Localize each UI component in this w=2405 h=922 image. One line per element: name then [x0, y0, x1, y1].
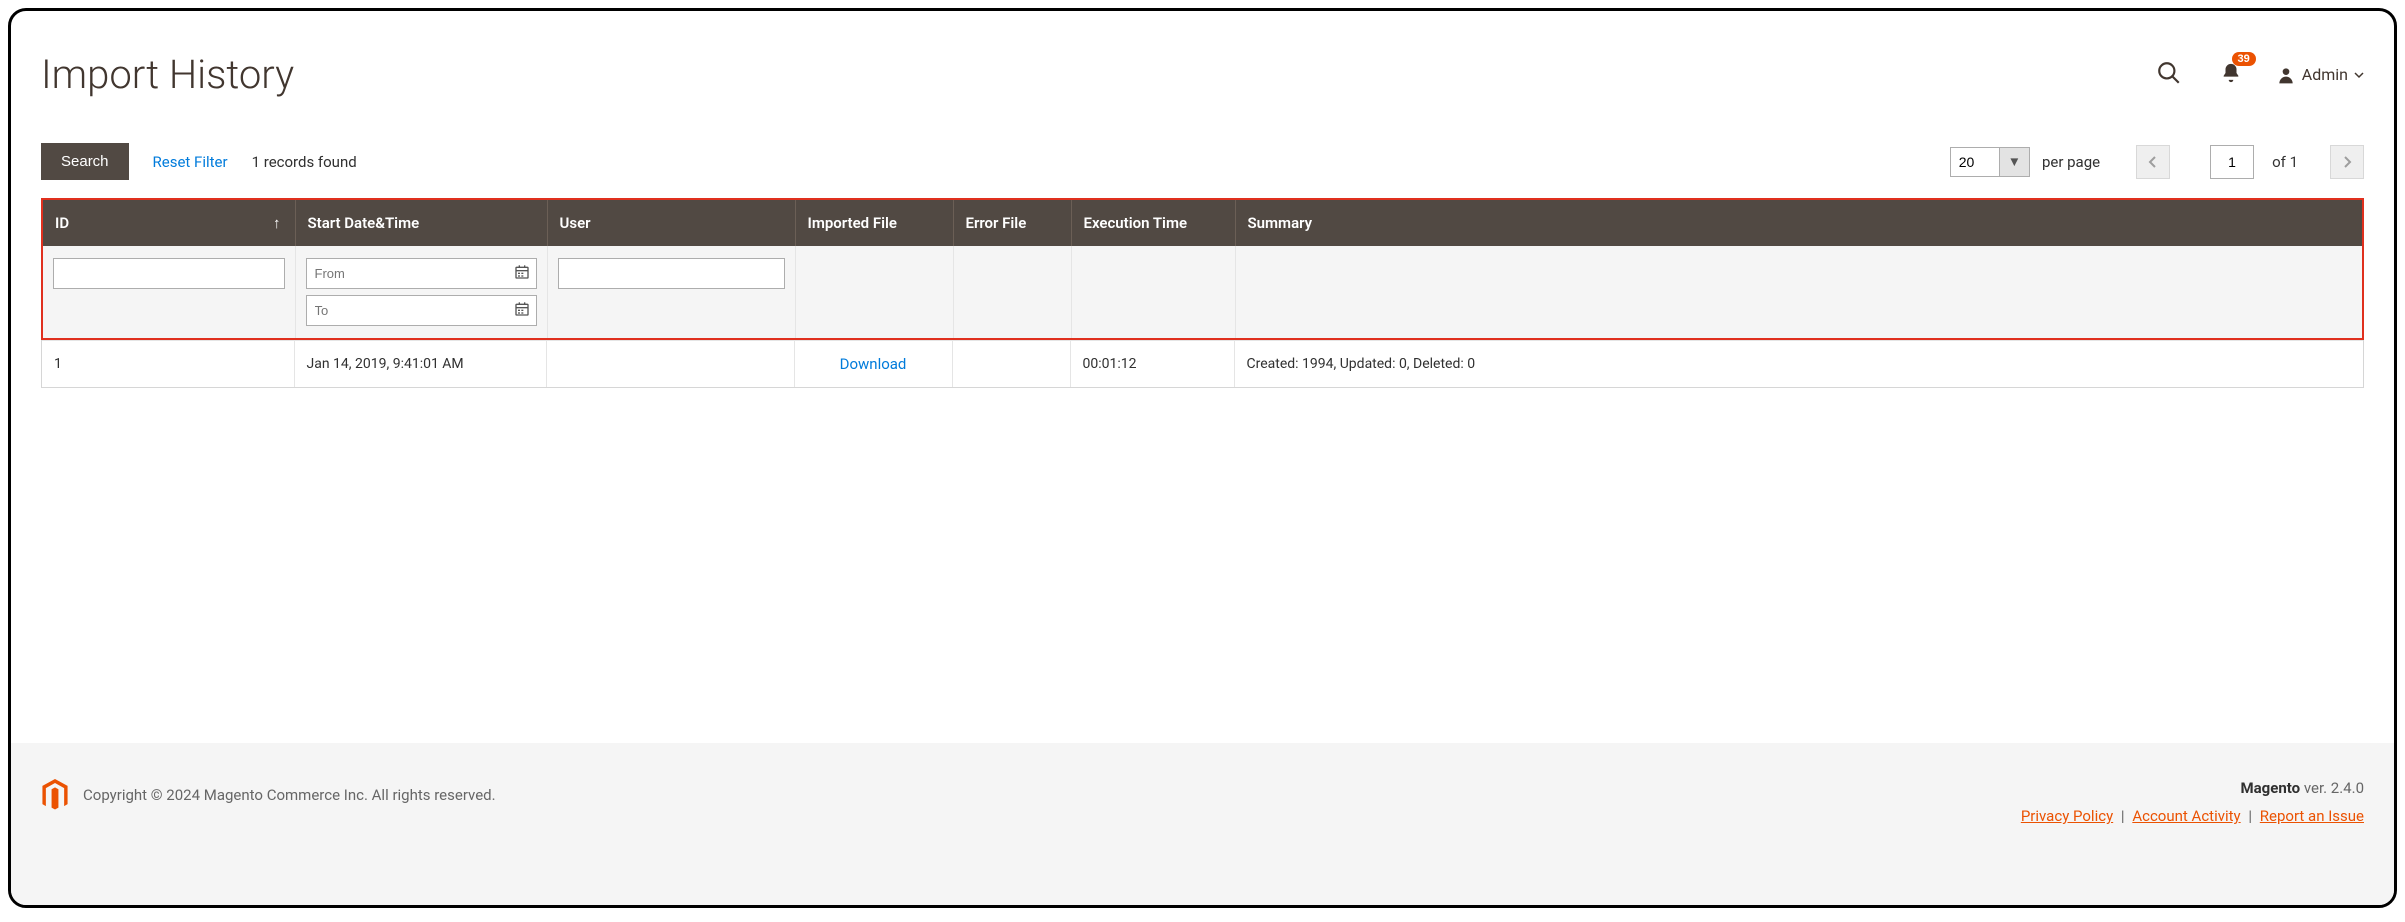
- sort-asc-icon: ↑: [273, 214, 281, 232]
- col-header-exec[interactable]: Execution Time: [1071, 200, 1235, 246]
- per-page-dropdown[interactable]: ▼: [1999, 148, 2029, 176]
- import-history-grid: ID ↑ Start Date&Time User Imported File …: [43, 200, 2362, 338]
- page-total-label: of 1: [2272, 153, 2298, 171]
- filter-row: [43, 246, 2362, 338]
- calendar-icon[interactable]: [508, 301, 536, 321]
- filter-date-from-input[interactable]: [307, 259, 508, 288]
- grid-toolbar: Search Reset Filter 1 records found ▼ pe…: [41, 143, 2364, 180]
- col-header-imported[interactable]: Imported File: [795, 200, 953, 246]
- pager-prev-button[interactable]: [2136, 145, 2170, 179]
- user-menu[interactable]: Admin: [2276, 65, 2364, 85]
- filter-id-input[interactable]: [53, 258, 285, 289]
- col-header-user[interactable]: User: [547, 200, 795, 246]
- report-issue-link[interactable]: Report an Issue: [2260, 807, 2364, 825]
- records-found-label: 1 records found: [252, 153, 357, 171]
- cell-error: [952, 341, 1070, 388]
- page-header: Import History 39 Admin: [41, 51, 2364, 98]
- magento-logo-icon: [41, 779, 69, 811]
- footer-version: ver. 2.4.0: [2300, 779, 2364, 797]
- filter-date-from[interactable]: [306, 258, 537, 289]
- footer-brand: Magento: [2241, 779, 2301, 797]
- page-input[interactable]: [2210, 145, 2254, 179]
- per-page-value[interactable]: [1951, 148, 1999, 176]
- user-label: Admin: [2302, 65, 2348, 84]
- per-page-label: per page: [2042, 153, 2100, 171]
- page-title: Import History: [41, 51, 294, 98]
- per-page-select[interactable]: ▼: [1950, 147, 2030, 177]
- chevron-left-icon: [2148, 155, 2158, 169]
- search-icon[interactable]: [2152, 56, 2186, 93]
- table-header-row: ID ↑ Start Date&Time User Imported File …: [43, 200, 2362, 246]
- col-header-summary[interactable]: Summary: [1235, 200, 2362, 246]
- cell-id: 1: [42, 341, 294, 388]
- table-row: 1 Jan 14, 2019, 9:41:01 AM Download 00:0…: [42, 341, 2363, 388]
- filter-highlight: ID ↑ Start Date&Time User Imported File …: [41, 198, 2364, 340]
- account-activity-link[interactable]: Account Activity: [2132, 807, 2240, 825]
- col-header-start[interactable]: Start Date&Time: [295, 200, 547, 246]
- search-button[interactable]: Search: [41, 143, 129, 180]
- col-header-id[interactable]: ID ↑: [43, 200, 295, 246]
- privacy-policy-link[interactable]: Privacy Policy: [2021, 807, 2113, 825]
- cell-exec: 00:01:12: [1070, 341, 1234, 388]
- filter-date-to-input[interactable]: [307, 296, 508, 325]
- reset-filter-link[interactable]: Reset Filter: [153, 153, 228, 171]
- notifications-icon[interactable]: 39: [2216, 58, 2246, 91]
- header-actions: 39 Admin: [2152, 56, 2364, 93]
- pager-next-button[interactable]: [2330, 145, 2364, 179]
- cell-user: [546, 341, 794, 388]
- download-link[interactable]: Download: [840, 355, 907, 373]
- filter-user-input[interactable]: [558, 258, 785, 289]
- page-footer: Copyright © 2024 Magento Commerce Inc. A…: [11, 743, 2394, 905]
- copyright-text: Copyright © 2024 Magento Commerce Inc. A…: [83, 786, 496, 804]
- calendar-icon[interactable]: [508, 264, 536, 284]
- user-icon: [2276, 65, 2296, 85]
- notification-badge: 39: [2232, 52, 2256, 66]
- cell-summary: Created: 1994, Updated: 0, Deleted: 0: [1234, 341, 2363, 388]
- chevron-right-icon: [2342, 155, 2352, 169]
- chevron-down-icon: [2354, 70, 2364, 80]
- cell-start: Jan 14, 2019, 9:41:01 AM: [294, 341, 546, 388]
- filter-date-to[interactable]: [306, 295, 537, 326]
- col-header-error[interactable]: Error File: [953, 200, 1071, 246]
